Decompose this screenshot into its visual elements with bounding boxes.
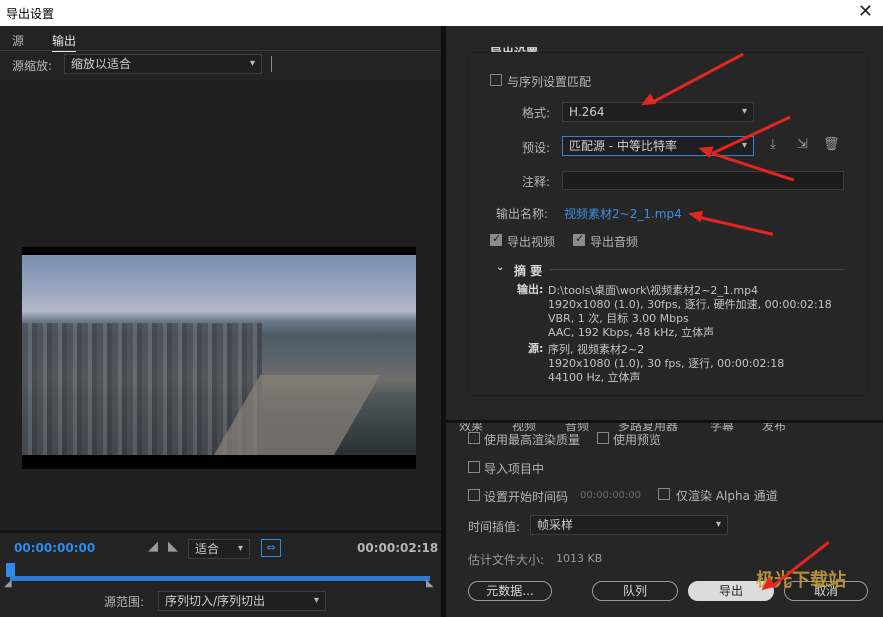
video-preview: [22, 247, 416, 469]
preview-pane: 源 输出 源缩放: 缩放以适合 ▾ 00:00:00:00 ◢ ◣ 适合 ▾ ⇔…: [0, 26, 441, 617]
aspect-icon[interactable]: ⇔: [261, 539, 281, 557]
output-name-label: 输出名称:: [496, 207, 549, 221]
metadata-button[interactable]: 元数据...: [468, 581, 552, 601]
format-dropdown[interactable]: H.264 ▾: [562, 102, 754, 122]
time-interpolation-value: 帧采样: [537, 518, 574, 532]
match-sequence-label: 与序列设置匹配: [507, 75, 592, 89]
preview-area: [0, 80, 441, 530]
format-value: H.264: [569, 105, 605, 119]
summary-source-line-3: 44100 Hz, 立体声: [548, 371, 641, 384]
summary-title: 摘 要: [514, 264, 543, 278]
mark-out-icon[interactable]: ◣: [168, 539, 178, 554]
summary-output-line-4: AAC, 192 Kbps, 48 kHz, 立体声: [548, 326, 715, 339]
source-scale-dropdown[interactable]: 缩放以适合 ▾: [64, 54, 262, 74]
out-point-icon[interactable]: ◣: [426, 578, 434, 589]
window-title: 导出设置: [6, 7, 55, 21]
comment-field[interactable]: [562, 171, 844, 190]
timecode-end: 00:00:02:18: [357, 541, 439, 555]
alpha-only-checkbox[interactable]: [658, 488, 670, 500]
summary-rule: [550, 269, 844, 270]
estimated-size-value: 1013 KB: [556, 552, 603, 565]
format-label: 格式:: [522, 106, 551, 120]
source-range-dropdown[interactable]: 序列切入/序列切出 ▾: [158, 591, 326, 611]
preset-label: 预设:: [522, 141, 551, 155]
mark-in-icon[interactable]: ◢: [148, 539, 158, 554]
source-scale-value: 缩放以适合: [71, 57, 132, 71]
tab-source[interactable]: 源: [12, 32, 24, 49]
use-previews-checkbox[interactable]: [597, 432, 609, 444]
in-point-icon[interactable]: ◢: [4, 578, 12, 589]
queue-button[interactable]: 队列: [592, 581, 678, 601]
save-preset-icon[interactable]: ⤓: [770, 137, 776, 152]
timecode-start[interactable]: 00:00:00:00: [14, 541, 95, 555]
tabs-divider: [446, 420, 883, 423]
title-bar: 导出设置 ✕: [0, 0, 883, 26]
timeline-scrubber[interactable]: [10, 576, 430, 581]
time-interpolation-dropdown[interactable]: 帧采样 ▾: [530, 515, 728, 535]
chevron-down-icon: ▾: [313, 595, 319, 606]
tab-divider: [0, 50, 441, 51]
tab-output[interactable]: 输出: [52, 32, 77, 52]
estimated-size-label: 估计文件大小:: [468, 553, 545, 567]
video-frame-image: [22, 255, 416, 455]
export-audio-label: 导出音频: [590, 235, 639, 249]
delete-preset-icon[interactable]: 🗑: [823, 137, 840, 152]
time-interpolation-label: 时间插值:: [468, 520, 521, 534]
source-scale-label: 源缩放:: [12, 59, 53, 73]
set-start-timecode-label: 设置开始时间码: [484, 490, 569, 504]
crop-divider: [271, 56, 272, 72]
fit-value: 适合: [195, 542, 220, 556]
max-render-quality-label: 使用最高渲染质量: [484, 433, 581, 447]
zoom-fit-dropdown[interactable]: 适合 ▾: [188, 539, 250, 559]
import-into-project-checkbox[interactable]: [468, 461, 480, 473]
source-range-value: 序列切入/序列切出: [165, 594, 266, 608]
close-icon[interactable]: ✕: [858, 2, 873, 22]
comment-label: 注释:: [522, 175, 551, 189]
output-name-link[interactable]: 视频素材2~2_1.mp4: [564, 205, 682, 222]
start-timecode-value: 00:00:00:00: [580, 490, 642, 501]
match-sequence-checkbox[interactable]: [490, 74, 502, 86]
chevron-down-icon: ▾: [237, 543, 243, 554]
import-preset-icon[interactable]: ⇲: [797, 137, 808, 152]
use-previews-label: 使用预览: [613, 433, 662, 447]
set-start-timecode-checkbox[interactable]: [468, 489, 480, 501]
chevron-down-icon: ▾: [715, 519, 721, 530]
chevron-down-icon: ▾: [249, 58, 255, 69]
export-video-checkbox[interactable]: [490, 232, 502, 246]
chevron-down-icon[interactable]: ⌄: [496, 262, 504, 273]
summary-output-label: 输出:: [517, 283, 544, 296]
preset-value: 匹配源 - 中等比特率: [569, 139, 677, 153]
summary-source-label: 源:: [528, 342, 544, 355]
export-video-label: 导出视频: [507, 235, 556, 249]
chevron-down-icon: ▾: [741, 106, 747, 117]
max-render-quality-checkbox[interactable]: [468, 432, 480, 444]
playhead-handle[interactable]: [6, 563, 15, 577]
export-audio-checkbox[interactable]: [573, 232, 585, 246]
import-into-project-label: 导入项目中: [484, 462, 545, 476]
source-range-label: 源范围:: [104, 595, 145, 609]
alpha-only-label: 仅渲染 Alpha 通道: [676, 489, 778, 503]
